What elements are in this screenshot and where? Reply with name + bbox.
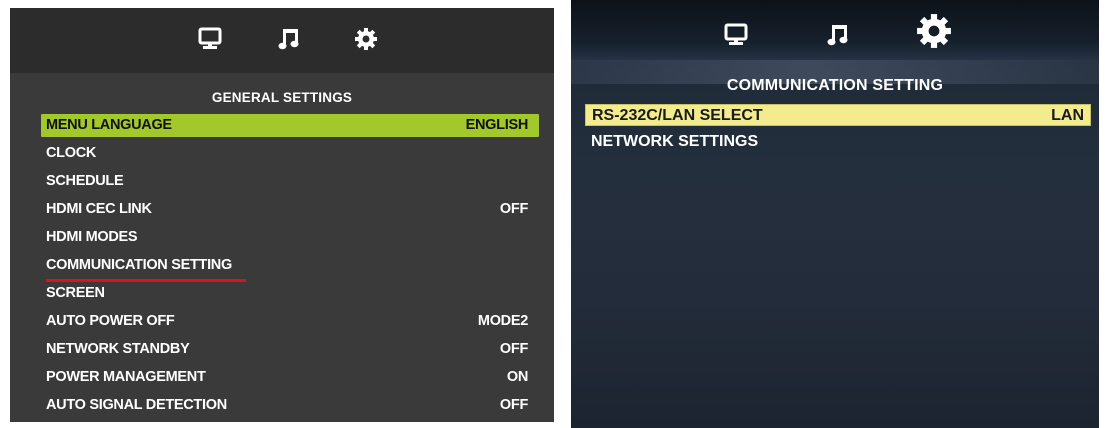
menu-item-label: AUTO SIGNAL DETECTION (46, 397, 227, 413)
menu-item-auto-signal-detection[interactable]: AUTO SIGNAL DETECTION OFF (41, 394, 539, 417)
music-note-icon[interactable] (825, 22, 851, 53)
menu-item-hdmi-modes[interactable]: HDMI MODES (41, 226, 539, 249)
menu-item-label: AUTO POWER OFF (46, 313, 175, 329)
menu-item-label: CLOCK (46, 145, 97, 161)
menu-item-value: MODE2 (477, 313, 528, 329)
menu-item-label: COMMUNICATION SETTING (46, 257, 232, 273)
menu-tab-bar (10, 8, 554, 73)
menu-item-rs232c-lan-select[interactable]: RS-232C/LAN SELECT LAN (585, 104, 1091, 126)
menu-item-value: LAN (1051, 107, 1084, 124)
page-title: COMMUNICATION SETTING (726, 77, 944, 94)
menu-item-label: NETWORK SETTINGS (591, 133, 759, 150)
menu-item-clock[interactable]: CLOCK (41, 142, 539, 165)
menu-item-label: RS-232C/LAN SELECT (592, 107, 763, 124)
gear-icon[interactable] (353, 26, 379, 54)
menu-item-network-settings[interactable]: NETWORK SETTINGS (585, 131, 1091, 153)
gear-icon[interactable] (914, 11, 954, 56)
menu-item-value: ENGLISH (465, 117, 529, 133)
menu-item-value: OFF (499, 201, 528, 217)
menu-item-power-management[interactable]: POWER MANAGEMENT ON (41, 366, 539, 389)
monitor-icon[interactable] (197, 26, 223, 54)
menu-item-label: NETWORK STANDBY (46, 341, 190, 357)
menu-item-label: POWER MANAGEMENT (46, 369, 206, 385)
menu-item-label: MENU LANGUAGE (46, 117, 172, 133)
menu-item-auto-power-off[interactable]: AUTO POWER OFF MODE2 (41, 310, 539, 333)
menu-item-value: OFF (499, 341, 528, 357)
highlight-underline (46, 279, 246, 282)
menu-item-value: ON (506, 369, 528, 385)
menu-item-label: HDMI MODES (46, 229, 138, 245)
menu-item-label: HDMI CEC LINK (46, 201, 152, 217)
general-settings-panel: GENERAL SETTINGS MENU LANGUAGE ENGLISH C… (10, 8, 554, 422)
page-title: GENERAL SETTINGS (211, 90, 353, 105)
menu-item-schedule[interactable]: SCHEDULE (41, 170, 539, 193)
menu-item-label: SCREEN (46, 285, 105, 301)
menu-item-screen[interactable]: SCREEN (41, 282, 539, 305)
menu-item-value: OFF (499, 397, 528, 413)
menu-item-network-standby[interactable]: NETWORK STANDBY OFF (41, 338, 539, 361)
menu-item-hdmi-cec-link[interactable]: HDMI CEC LINK OFF (41, 198, 539, 221)
music-note-icon[interactable] (276, 26, 302, 54)
monitor-icon[interactable] (723, 22, 749, 53)
communication-setting-panel: COMMUNICATION SETTING RS-232C/LAN SELECT… (571, 0, 1099, 428)
menu-item-menu-language[interactable]: MENU LANGUAGE ENGLISH (41, 114, 539, 137)
menu-item-communication-setting[interactable]: COMMUNICATION SETTING (41, 254, 539, 277)
menu-item-label: SCHEDULE (46, 173, 124, 189)
